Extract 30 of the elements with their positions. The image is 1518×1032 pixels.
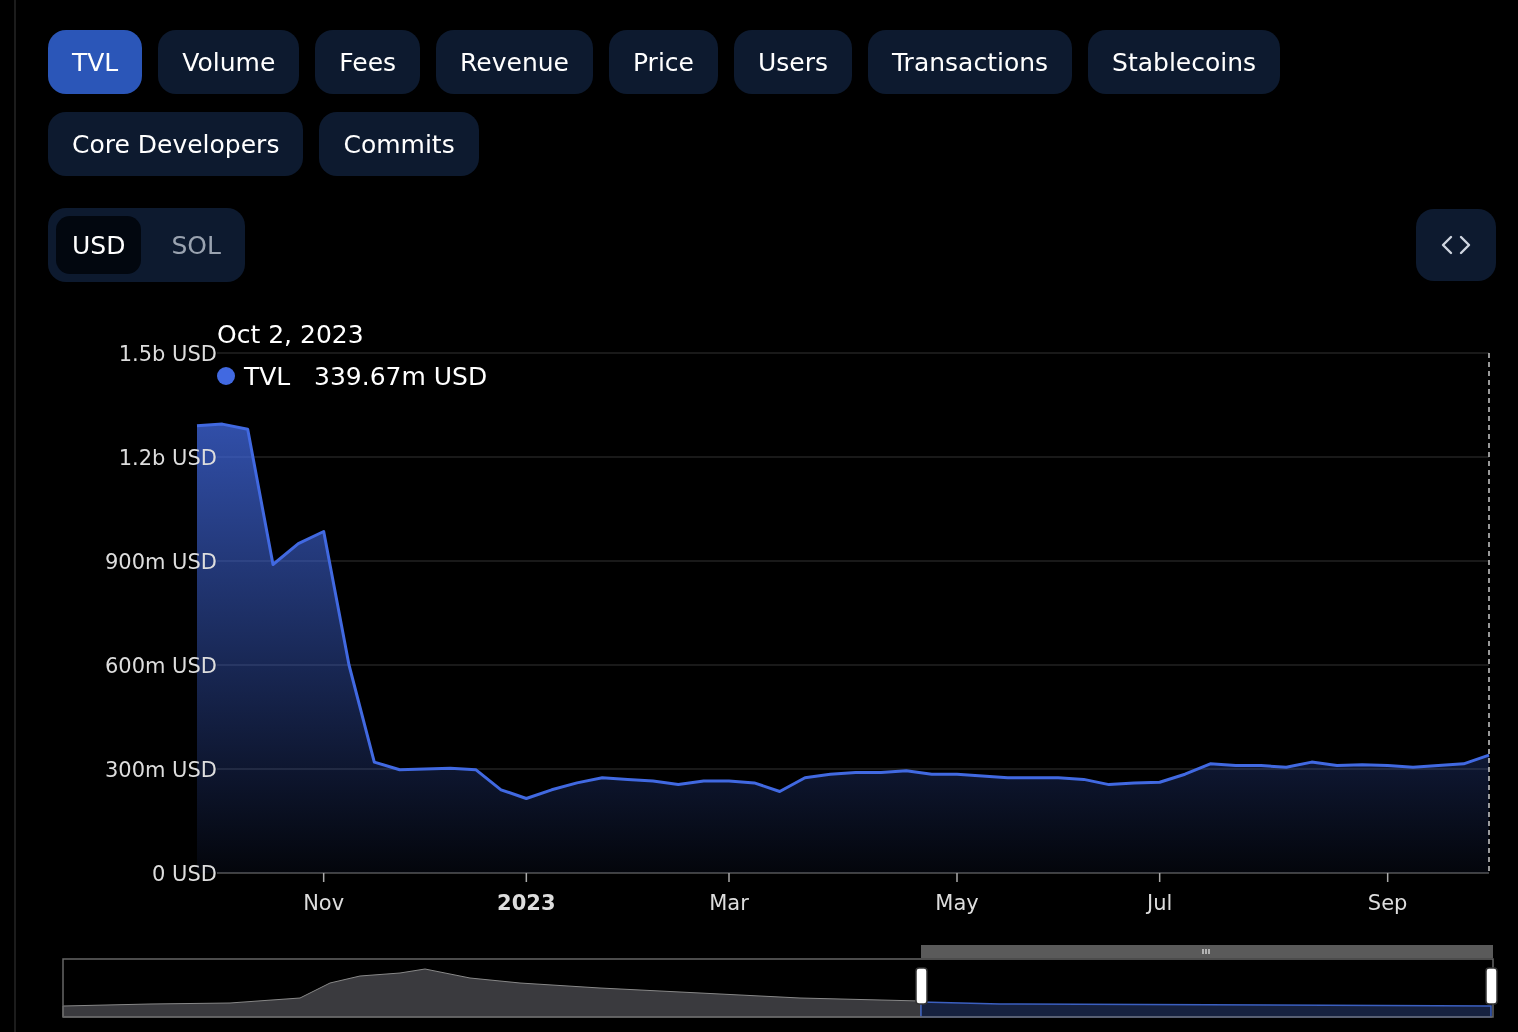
- metric-tab[interactable]: Price: [609, 30, 718, 94]
- x-axis-label: Nov: [303, 891, 345, 915]
- tooltip-series: TVL: [244, 362, 291, 391]
- range-handle[interactable]: [1485, 967, 1498, 1005]
- x-axis-label: 2023: [497, 891, 556, 915]
- y-axis-label: 0 USD: [152, 862, 217, 886]
- range-handle[interactable]: [915, 967, 928, 1005]
- code-icon: [1441, 235, 1471, 255]
- y-axis-label: 300m USD: [104, 758, 217, 782]
- y-axis-label: 1.5b USD: [118, 342, 217, 366]
- grip-icon: [1202, 948, 1210, 955]
- metric-tab[interactable]: Commits: [319, 112, 479, 176]
- metric-tab[interactable]: Stablecoins: [1088, 30, 1281, 94]
- metric-tab[interactable]: TVL: [48, 30, 143, 94]
- currency-option[interactable]: SOL: [155, 216, 237, 274]
- metric-tab[interactable]: Fees: [315, 30, 421, 94]
- y-axis-label: 900m USD: [104, 550, 217, 574]
- metric-tab[interactable]: Volume: [158, 30, 300, 94]
- x-axis-label: Sep: [1367, 891, 1408, 915]
- metric-tab[interactable]: Core Developers: [48, 112, 304, 176]
- x-axis-label: Mar: [709, 891, 749, 915]
- metric-tab[interactable]: Revenue: [436, 30, 593, 94]
- x-axis-label: May: [935, 891, 979, 915]
- metric-tab[interactable]: Transactions: [868, 30, 1073, 94]
- y-axis-label: 600m USD: [104, 654, 217, 678]
- x-axis-label: Jul: [1147, 891, 1173, 915]
- tooltip-value: 339.67m USD: [314, 362, 488, 391]
- tooltip-date: Oct 2, 2023: [217, 320, 364, 349]
- metric-tab[interactable]: Users: [734, 30, 852, 94]
- currency-option[interactable]: USD: [56, 216, 142, 274]
